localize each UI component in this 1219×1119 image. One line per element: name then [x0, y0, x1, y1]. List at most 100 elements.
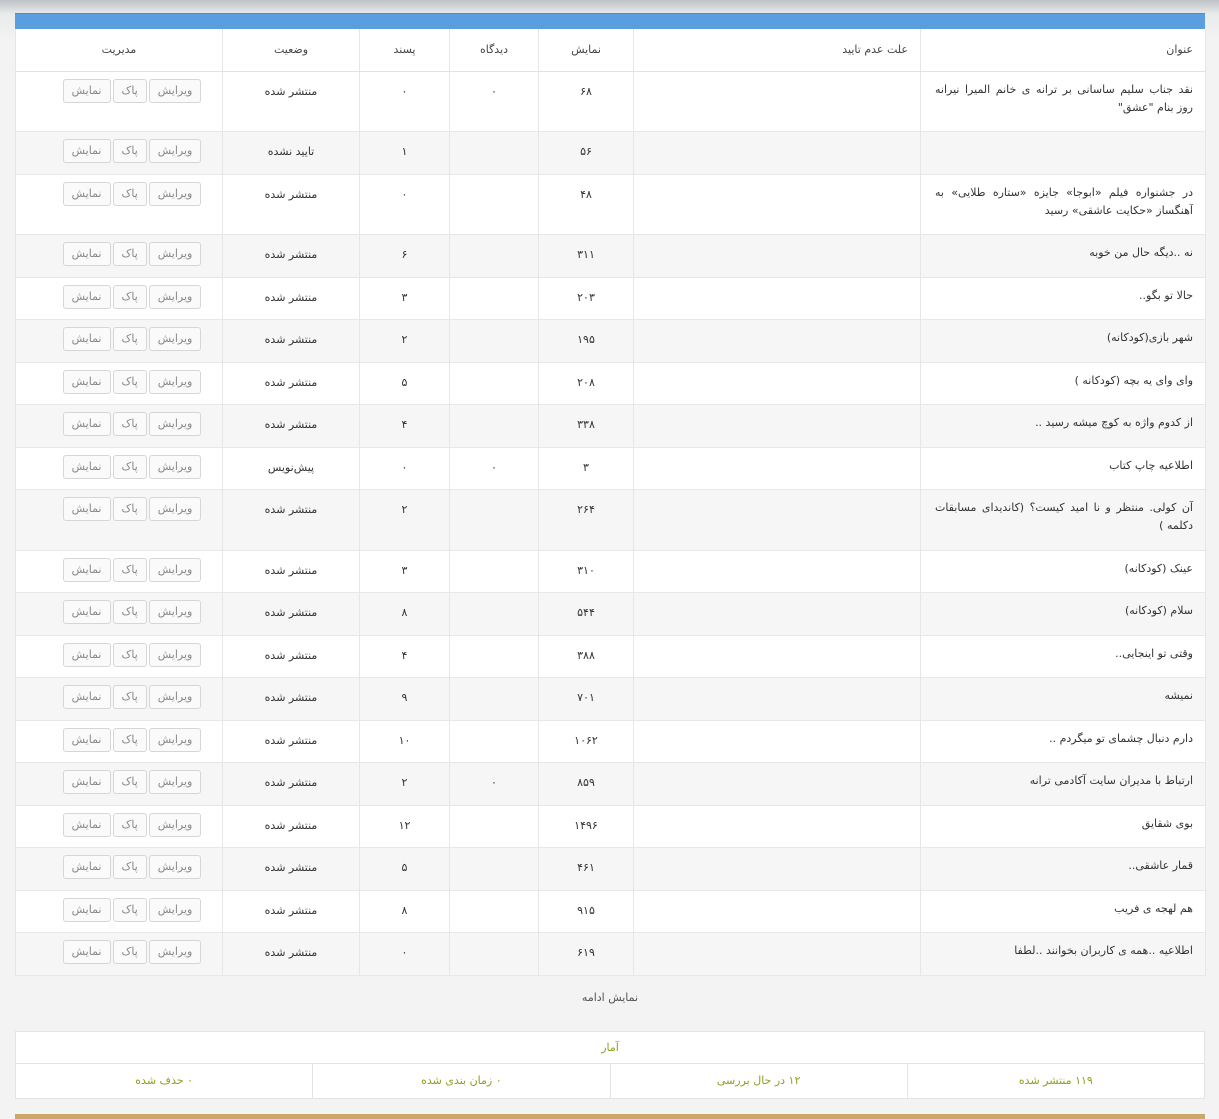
delete-button[interactable]: پاک	[112, 284, 147, 309]
post-reason	[633, 677, 921, 720]
edit-button[interactable]: ویرایش	[148, 939, 202, 964]
stat-pending[interactable]: ۱۲ در حال بررسی	[609, 1063, 907, 1098]
stat-published[interactable]: ۱۱۹ منتشر شده	[906, 1063, 1204, 1098]
view-button[interactable]: نمایش	[62, 241, 111, 266]
post-comments	[449, 234, 539, 277]
post-title[interactable]: بوی شقایق	[920, 805, 1206, 847]
post-reason	[633, 174, 921, 234]
view-button[interactable]: نمایش	[62, 897, 111, 922]
view-button[interactable]: نمایش	[62, 939, 111, 964]
col-views-header[interactable]: نمایش	[538, 29, 634, 72]
delete-button[interactable]: پاک	[112, 769, 147, 794]
delete-button[interactable]: پاک	[112, 642, 147, 667]
delete-button[interactable]: پاک	[112, 812, 147, 837]
col-likes-header[interactable]: پسند	[359, 29, 450, 72]
post-title[interactable]: نمیشه	[920, 677, 1206, 720]
col-status-header[interactable]: وضعیت	[222, 29, 360, 72]
post-title[interactable]: هم لهجه ی فریب	[920, 890, 1206, 932]
delete-button[interactable]: پاک	[112, 727, 147, 752]
edit-button[interactable]: ویرایش	[148, 557, 202, 582]
table-row: آن کولی. منتظر و نا امید کیست؟ (کاندیدای…	[15, 489, 1206, 550]
post-title[interactable]: شهر بازی(کودکانه)	[920, 319, 1206, 362]
delete-button[interactable]: پاک	[112, 78, 147, 103]
post-title[interactable]: آن کولی. منتظر و نا امید کیست؟ (کاندیدای…	[920, 489, 1206, 550]
post-title[interactable]: عینک (کودکانه)	[920, 550, 1206, 592]
view-button[interactable]: نمایش	[62, 181, 111, 206]
view-button[interactable]: نمایش	[62, 599, 111, 624]
edit-button[interactable]: ویرایش	[148, 642, 202, 667]
view-button[interactable]: نمایش	[62, 326, 111, 351]
edit-button[interactable]: ویرایش	[148, 599, 202, 624]
delete-button[interactable]: پاک	[112, 599, 147, 624]
post-title[interactable]: حالا تو بگو..	[920, 277, 1206, 319]
col-title-header[interactable]: عنوان	[920, 29, 1206, 72]
view-button[interactable]: نمایش	[62, 812, 111, 837]
edit-button[interactable]: ویرایش	[148, 769, 202, 794]
post-comments	[449, 805, 539, 847]
table-row: بوی شقایق ۱۴۹۶ ۱۲ منتشر شده نمایش پاک ویرایش	[15, 805, 1206, 847]
post-status: منتشر شده	[222, 635, 360, 677]
post-title[interactable]: در جشنواره فیلم «ابوجا» جایزه «ستاره طلا…	[920, 174, 1206, 234]
delete-button[interactable]: پاک	[112, 557, 147, 582]
view-button[interactable]: نمایش	[62, 411, 111, 436]
delete-button[interactable]: پاک	[112, 326, 147, 351]
edit-button[interactable]: ویرایش	[148, 181, 202, 206]
edit-button[interactable]: ویرایش	[148, 727, 202, 752]
edit-button[interactable]: ویرایش	[148, 454, 202, 479]
delete-button[interactable]: پاک	[112, 496, 147, 521]
edit-button[interactable]: ویرایش	[148, 897, 202, 922]
view-button[interactable]: نمایش	[62, 496, 111, 521]
delete-button[interactable]: پاک	[112, 897, 147, 922]
post-title[interactable]	[920, 131, 1206, 174]
edit-button[interactable]: ویرایش	[148, 326, 202, 351]
show-more-link[interactable]: نمایش ادامه	[15, 976, 1205, 1026]
delete-button[interactable]: پاک	[112, 454, 147, 479]
view-button[interactable]: نمایش	[62, 284, 111, 309]
view-button[interactable]: نمایش	[62, 557, 111, 582]
post-title[interactable]: نه ..دیگه حال من خوبه	[920, 234, 1206, 277]
delete-button[interactable]: پاک	[112, 181, 147, 206]
post-title[interactable]: از کدوم واژه به کوچ میشه رسید ..	[920, 404, 1206, 447]
edit-button[interactable]: ویرایش	[148, 369, 202, 394]
view-button[interactable]: نمایش	[62, 684, 111, 709]
delete-button[interactable]: پاک	[112, 138, 147, 163]
edit-button[interactable]: ویرایش	[148, 78, 202, 103]
view-button[interactable]: نمایش	[62, 854, 111, 879]
post-title[interactable]: دارم دنبال چشمای تو میگردم ..	[920, 720, 1206, 762]
edit-button[interactable]: ویرایش	[148, 241, 202, 266]
view-button[interactable]: نمایش	[62, 642, 111, 667]
edit-button[interactable]: ویرایش	[148, 854, 202, 879]
view-button[interactable]: نمایش	[62, 78, 111, 103]
edit-button[interactable]: ویرایش	[148, 812, 202, 837]
stat-scheduled[interactable]: ۰ زمان بندی شده	[312, 1063, 609, 1098]
view-button[interactable]: نمایش	[62, 769, 111, 794]
delete-button[interactable]: پاک	[112, 684, 147, 709]
post-title[interactable]: وقتی تو اینجایی..	[920, 635, 1206, 677]
post-title[interactable]: نقد جناب سلیم ساسانی بر ترانه ی خانم الم…	[920, 71, 1206, 131]
edit-button[interactable]: ویرایش	[148, 684, 202, 709]
post-title[interactable]: وای وای یه بچه (کودکانه )	[920, 362, 1206, 404]
delete-button[interactable]: پاک	[112, 939, 147, 964]
edit-button[interactable]: ویرایش	[148, 138, 202, 163]
view-button[interactable]: نمایش	[62, 454, 111, 479]
post-title[interactable]: اطلاعیه چاپ کتاب	[920, 447, 1206, 489]
edit-button[interactable]: ویرایش	[148, 284, 202, 309]
post-title[interactable]: سلام (کودکانه)	[920, 592, 1206, 635]
post-views: ۹۱۵	[538, 890, 634, 932]
delete-button[interactable]: پاک	[112, 411, 147, 436]
post-views: ۴۶۱	[538, 847, 634, 890]
stat-deleted[interactable]: ۰ حذف شده	[16, 1064, 312, 1098]
edit-button[interactable]: ویرایش	[148, 411, 202, 436]
view-button[interactable]: نمایش	[62, 369, 111, 394]
view-button[interactable]: نمایش	[62, 727, 111, 752]
post-title[interactable]: اطلاعیه ..همه ی کاربران بخوانند ..لطفا	[920, 932, 1206, 975]
col-comments-header[interactable]: دیدگاه	[449, 29, 539, 72]
edit-button[interactable]: ویرایش	[148, 496, 202, 521]
delete-button[interactable]: پاک	[112, 241, 147, 266]
post-title[interactable]: قمار عاشقی..	[920, 847, 1206, 890]
post-title[interactable]: ارتباط با مدیران سایت آکادمی ترانه	[920, 762, 1206, 805]
table-row: اطلاعیه چاپ کتاب ۳ ۰ ۰ پیش‌نویس نمایش پاک ویرای…	[15, 447, 1206, 489]
view-button[interactable]: نمایش	[62, 138, 111, 163]
delete-button[interactable]: پاک	[112, 854, 147, 879]
delete-button[interactable]: پاک	[112, 369, 147, 394]
